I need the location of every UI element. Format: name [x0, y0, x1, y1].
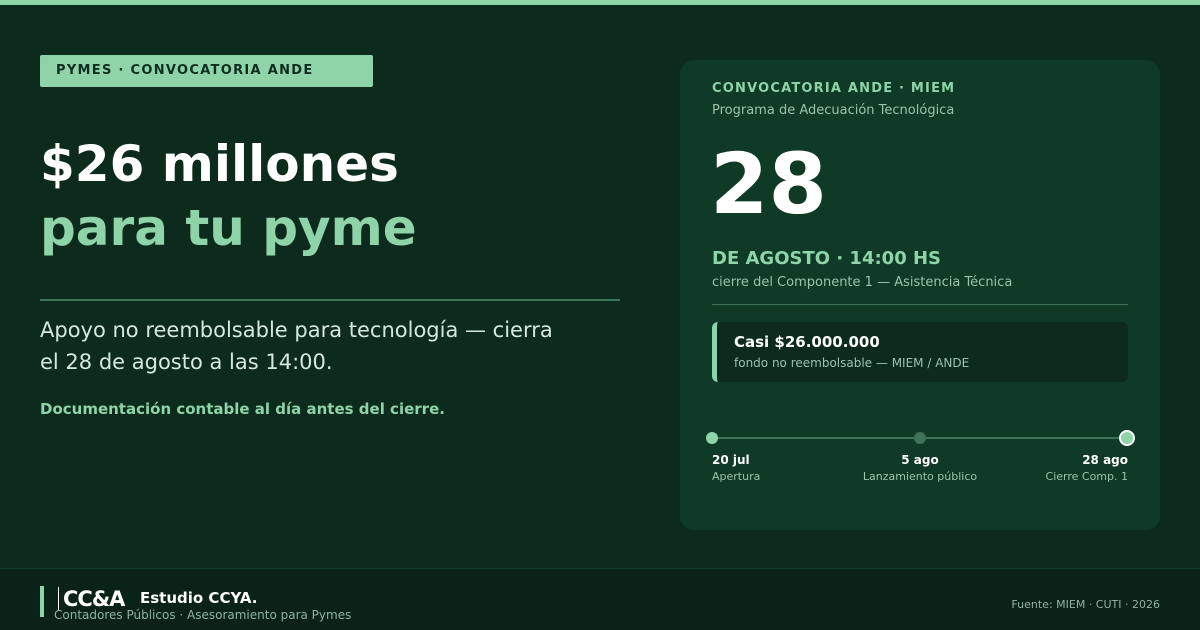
- fund-amount: Casi $26.000.000: [734, 333, 880, 351]
- studio-name: Estudio CCYA.: [140, 589, 258, 607]
- timeline-date: 5 ago: [901, 453, 939, 467]
- top-accent-bar: [0, 0, 1200, 5]
- footer: CC&A Estudio CCYA. Contadores Públicos ·…: [0, 568, 1200, 630]
- timeline-label: Apertura: [712, 470, 761, 483]
- fund-description: fondo no reembolsable — MIEM / ANDE: [734, 356, 970, 370]
- headline-amount: $26 millones: [40, 135, 399, 193]
- timeline-date: 28 ago: [1082, 453, 1128, 467]
- timeline-dot-start: [706, 432, 718, 444]
- deadline-time: DE AGOSTO · 14:00 HS: [712, 248, 942, 269]
- requirement-note: Documentación contable al día antes del …: [40, 400, 445, 418]
- category-badge: PYMES · CONVOCATORIA ANDE: [40, 55, 373, 87]
- timeline-date: 20 jul: [712, 453, 750, 467]
- card-divider: [712, 304, 1128, 305]
- fund-box: Casi $26.000.000 fondo no reembolsable —…: [712, 322, 1128, 382]
- source-credit: Fuente: MIEM · CUTI · 2026: [1011, 598, 1160, 611]
- deadline-card: CONVOCATORIA ANDE · MIEM Programa de Ade…: [680, 60, 1160, 530]
- studio-tagline: Contadores Públicos · Asesoramiento para…: [54, 608, 352, 622]
- section-divider: [40, 299, 620, 301]
- headline-target: para tu pyme: [40, 199, 417, 257]
- description-text: Apoyo no reembolsable para tecnología — …: [40, 318, 553, 374]
- timeline-dot-end: [1119, 430, 1135, 446]
- timeline-label: Cierre Comp. 1: [1045, 470, 1128, 483]
- deadline-description: cierre del Componente 1 — Asistencia Téc…: [712, 275, 1013, 290]
- timeline-label: Lanzamiento público: [862, 470, 978, 483]
- timeline-dot-middle: [914, 432, 926, 444]
- footer-accent-bar: [40, 586, 44, 617]
- deadline-day: 28: [710, 135, 827, 233]
- card-kicker: CONVOCATORIA ANDE · MIEM: [712, 81, 956, 96]
- program-name: Programa de Adecuación Tecnológica: [712, 103, 955, 118]
